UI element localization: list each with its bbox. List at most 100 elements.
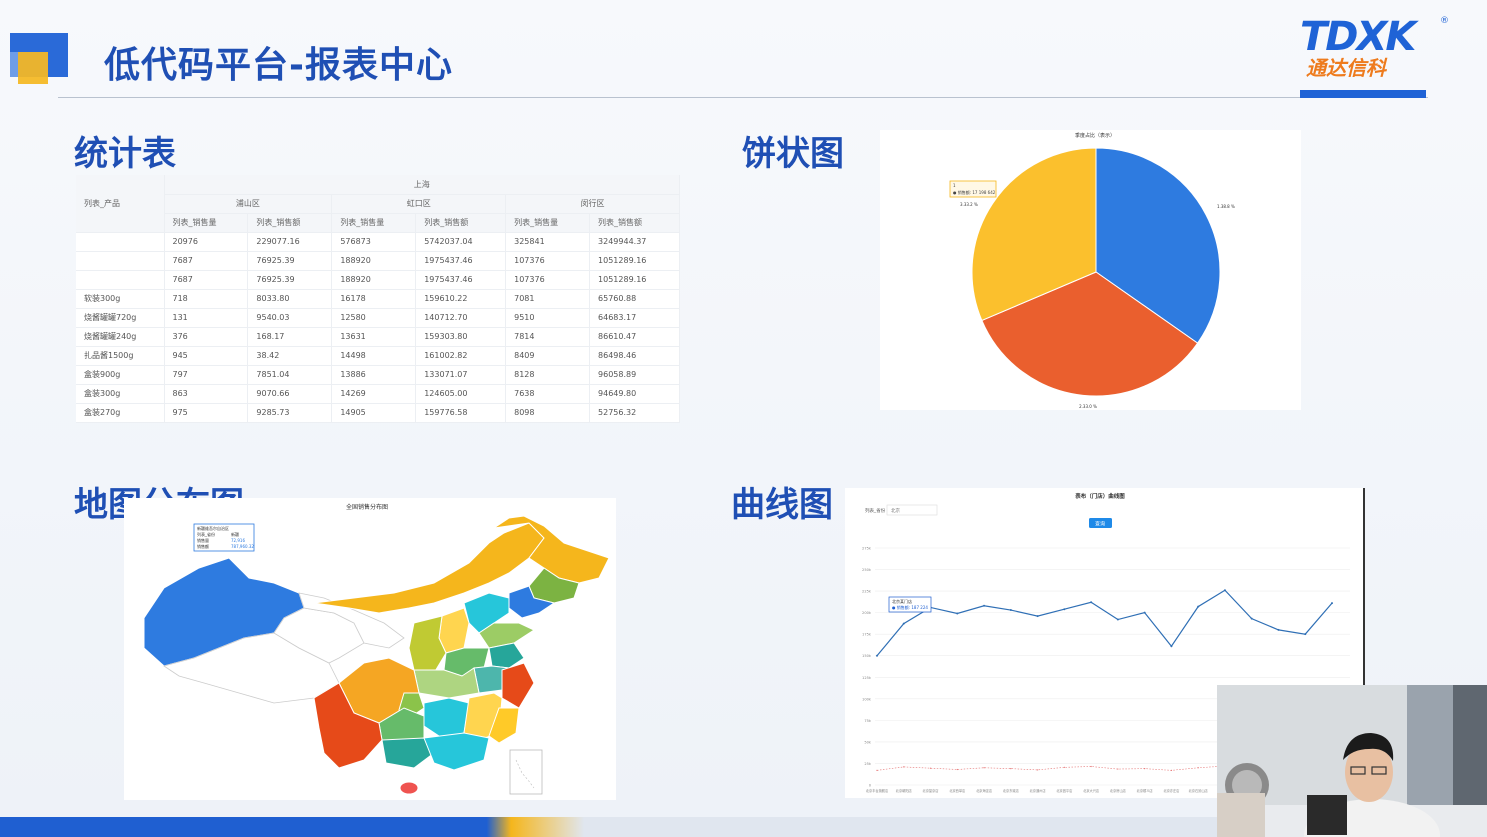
data-point[interactable] xyxy=(956,612,959,615)
data-point[interactable] xyxy=(956,768,958,771)
table-cell: 96058.89 xyxy=(589,365,680,385)
y-tick-label: 275k xyxy=(862,547,872,551)
header-decoration-accent xyxy=(18,52,48,84)
y-tick-label: 175k xyxy=(862,633,872,637)
logo-underline xyxy=(1300,90,1426,98)
data-point[interactable] xyxy=(983,604,986,607)
product-cell xyxy=(76,270,165,290)
data-point[interactable] xyxy=(1277,628,1280,631)
table-cell: 20976 xyxy=(164,232,249,252)
table-cell: 107376 xyxy=(505,270,591,290)
map-region-shanxi[interactable] xyxy=(438,607,470,654)
map-region-zhejiang[interactable] xyxy=(501,662,535,709)
x-tick-label: 北京顺义店 xyxy=(1137,788,1153,793)
product-cell xyxy=(76,232,165,252)
table-cell: 945 xyxy=(164,346,249,366)
data-point[interactable] xyxy=(876,769,878,771)
product-cell: 软装300g xyxy=(76,289,165,309)
page-title: 低代码平台-报表中心 xyxy=(104,45,453,86)
y-tick-label: 50k xyxy=(864,740,872,744)
table-cell: 76925.39 xyxy=(247,251,333,271)
product-cell: 盒装300g xyxy=(76,384,165,404)
data-point[interactable] xyxy=(1063,608,1066,611)
map-region-hainan[interactable] xyxy=(399,781,419,795)
table-cell: 124605.00 xyxy=(415,384,507,404)
table-cell: 8128 xyxy=(505,365,591,385)
y-tick-label: 75k xyxy=(864,719,872,723)
product-cell: 盒装270g xyxy=(76,403,165,423)
table-cell: 1975437.46 xyxy=(415,270,507,290)
map-tooltip-value: 新疆 xyxy=(231,531,239,537)
table-cell: 14269 xyxy=(331,384,417,404)
district-header: 闵行区 xyxy=(505,194,680,214)
line-section-title: 曲线图 xyxy=(731,485,833,525)
table-cell: 159303.80 xyxy=(415,327,507,347)
y-tick-label: 125k xyxy=(862,676,872,680)
table-cell: 140712.70 xyxy=(415,308,507,328)
pie-title: 季度占比（表示） xyxy=(1075,132,1115,139)
product-cell xyxy=(76,251,165,271)
header-divider xyxy=(58,97,1428,98)
table-cell: 168.17 xyxy=(247,327,333,347)
data-point[interactable] xyxy=(1117,768,1119,770)
data-point[interactable] xyxy=(1304,633,1307,636)
product-cell: 烧酱罐罐240g xyxy=(76,327,165,347)
data-point[interactable] xyxy=(1223,589,1226,592)
data-point[interactable] xyxy=(929,767,932,769)
data-point[interactable] xyxy=(1090,601,1093,604)
table-cell: 7081 xyxy=(505,289,591,309)
data-point[interactable] xyxy=(1063,766,1065,768)
map-region-hubei[interactable] xyxy=(413,667,480,699)
data-point[interactable] xyxy=(903,766,905,768)
data-point[interactable] xyxy=(1036,769,1039,771)
pie-section-title: 饼状图 xyxy=(742,134,844,174)
table-cell: 131 xyxy=(164,308,249,328)
y-tick-label: 100k xyxy=(862,697,872,701)
data-point[interactable] xyxy=(1144,768,1146,770)
table-cell: 52756.32 xyxy=(589,403,680,423)
table-cell: 797 xyxy=(164,365,249,385)
table-cell: 7638 xyxy=(505,384,591,404)
data-point[interactable] xyxy=(1143,611,1146,614)
data-point[interactable] xyxy=(1331,602,1333,605)
data-point[interactable] xyxy=(1036,615,1039,618)
table-cell: 133071.07 xyxy=(415,365,507,385)
map-region-guangdong[interactable] xyxy=(423,732,490,771)
table-cell: 1975437.46 xyxy=(415,251,507,271)
table-cell: 13886 xyxy=(331,365,417,385)
data-point[interactable] xyxy=(902,622,905,625)
pie-label: 3.33.2 % xyxy=(960,202,978,207)
table-cell: 7851.04 xyxy=(247,365,333,385)
data-point[interactable] xyxy=(1170,769,1173,771)
table-cell: 12580 xyxy=(331,308,417,328)
data-point[interactable] xyxy=(876,654,878,657)
table-cell: 376 xyxy=(164,327,249,347)
data-point[interactable] xyxy=(1116,618,1119,621)
data-point[interactable] xyxy=(1009,609,1012,612)
bottom-decoration-bar xyxy=(0,817,1217,837)
map-region-hunan[interactable] xyxy=(423,697,470,739)
x-tick-label: 北京东城店 xyxy=(1003,788,1019,793)
table-cell: 76925.39 xyxy=(247,270,333,290)
data-point[interactable] xyxy=(1170,645,1173,648)
district-header: 浦山区 xyxy=(164,194,333,214)
data-point[interactable] xyxy=(1197,605,1200,608)
y-tick-label: 25k xyxy=(864,762,872,766)
table-cell: 8033.80 xyxy=(247,289,333,309)
line-tooltip-title: 北京某门店 xyxy=(892,598,912,604)
y-tick-label: 250k xyxy=(862,568,872,572)
data-point[interactable] xyxy=(1197,767,1199,769)
logo-chinese-name: 通达信科 xyxy=(1306,56,1386,80)
data-point[interactable] xyxy=(1010,768,1012,770)
x-tick-label: 北京海淀店 xyxy=(976,788,992,793)
product-cell: 烧酱罐罐720g xyxy=(76,308,165,328)
table-section-title: 统计表 xyxy=(74,134,176,174)
data-point[interactable] xyxy=(1090,765,1092,768)
map-region-shaanxi[interactable] xyxy=(408,615,447,674)
data-point[interactable] xyxy=(983,767,985,769)
map-tooltip-value: 72,916 xyxy=(231,538,245,543)
data-point[interactable] xyxy=(1250,617,1253,620)
x-tick-label: 北京房山店 xyxy=(1110,788,1126,793)
map-tooltip-key: 列表_省份 xyxy=(197,531,215,537)
table-cell: 64683.17 xyxy=(589,308,680,328)
